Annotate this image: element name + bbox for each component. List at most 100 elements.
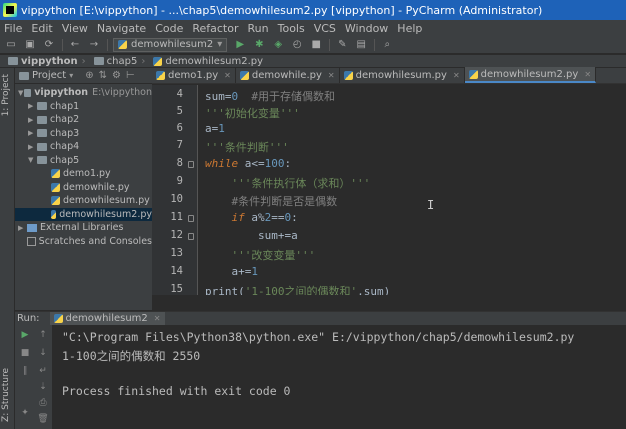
stop-icon[interactable]: ■ xyxy=(309,38,323,52)
run-icon[interactable]: ▶ xyxy=(233,38,247,52)
menu-code[interactable]: Code xyxy=(155,22,183,35)
menu-window[interactable]: Window xyxy=(345,22,388,35)
back-icon[interactable]: ← xyxy=(68,38,82,52)
up-icon[interactable]: ↑ xyxy=(37,329,49,341)
trash-icon[interactable]: 🗑 xyxy=(37,413,49,425)
menu-navigate[interactable]: Navigate xyxy=(97,22,146,35)
toolbar-divider xyxy=(107,38,108,51)
project-tool-tab[interactable]: 1: Project xyxy=(1,74,11,116)
run-label: Run: xyxy=(17,313,40,324)
pycharm-icon xyxy=(3,3,17,17)
run-panel-header: Run: demowhilesum2 ✕ xyxy=(15,311,626,326)
search-icon[interactable]: ⌕ xyxy=(380,38,394,52)
chevron-down-icon: ▾ xyxy=(217,39,223,50)
gear-icon[interactable]: ⚙ xyxy=(112,70,121,81)
menu-run[interactable]: Run xyxy=(248,22,269,35)
fold-icon[interactable] xyxy=(188,233,194,240)
collapse-icon[interactable]: ⇅ xyxy=(99,70,107,81)
python-file-icon xyxy=(51,209,57,219)
chevron-down-icon[interactable]: ▾ xyxy=(69,71,73,80)
pin-icon[interactable]: ✦ xyxy=(19,407,31,419)
tree-item-scratches[interactable]: Scratches and Consoles xyxy=(15,235,152,249)
tree-item-external-libraries[interactable]: ▶ External Libraries xyxy=(15,221,152,235)
print-icon[interactable]: ⎙ xyxy=(37,397,49,409)
tree-item-chap4[interactable]: ▶ chap4 xyxy=(15,140,152,154)
tree-item-chap3[interactable]: ▶ chap3 xyxy=(15,127,152,141)
code-editor[interactable]: sum=0 #用于存储偶数和 '''初始化变量''' a=1 '''条件判断''… xyxy=(199,85,626,295)
run-config-select[interactable]: demowhilesum2 ▾ xyxy=(113,37,228,52)
menu-edit[interactable]: Edit xyxy=(31,22,52,35)
tab-demowhile[interactable]: demowhile.py ✕ xyxy=(236,67,340,83)
wrap-icon[interactable]: ↵ xyxy=(37,365,49,377)
code-line: if a%2==0: xyxy=(231,211,298,224)
rerun-icon[interactable]: ▶ xyxy=(19,329,31,341)
expand-icon[interactable]: ▼ xyxy=(28,156,37,164)
project-view-select[interactable]: Project xyxy=(32,70,66,81)
open-folder-icon[interactable]: ▭ xyxy=(4,38,18,52)
sync-icon[interactable]: ⟳ xyxy=(42,38,56,52)
tree-item-demo1[interactable]: demo1.py xyxy=(15,167,152,181)
tree-item-chap1[interactable]: ▶ chap1 xyxy=(15,100,152,114)
collapse-arrow-icon[interactable]: ▶ xyxy=(18,224,27,232)
python-file-icon xyxy=(156,70,165,80)
close-icon[interactable]: ✕ xyxy=(154,314,161,323)
code-line: #条件判断是否是偶数 xyxy=(231,195,338,208)
breadcrumb-chap5[interactable]: chap5 › xyxy=(93,56,145,67)
code-line: a=1 xyxy=(205,122,225,135)
menu-refactor[interactable]: Refactor xyxy=(192,22,238,35)
python-file-icon xyxy=(118,40,127,49)
save-icon[interactable]: ▣ xyxy=(23,38,37,52)
hide-icon[interactable]: ⊢ xyxy=(126,70,135,81)
menu-file[interactable]: File xyxy=(4,22,22,35)
collapse-arrow-icon[interactable]: ▶ xyxy=(28,129,37,137)
close-icon[interactable]: ✕ xyxy=(584,70,591,79)
breadcrumb-root[interactable]: vippython › xyxy=(8,56,86,67)
fold-icon[interactable] xyxy=(188,161,194,168)
close-icon[interactable]: ✕ xyxy=(453,71,460,80)
tree-item-demowhile[interactable]: demowhile.py xyxy=(15,181,152,195)
debug-icon[interactable]: ✱ xyxy=(252,38,266,52)
tree-item-root[interactable]: ▼ vippython E:\vippython xyxy=(15,86,152,100)
menu-vcs[interactable]: VCS xyxy=(314,22,336,35)
project-panel: Project ▾ ⊕ ⇅ ⚙ ⊢ ▼ vippython E:\vippyth… xyxy=(15,68,152,310)
collapse-arrow-icon[interactable]: ▶ xyxy=(28,143,37,151)
tree-item-chap2[interactable]: ▶ chap2 xyxy=(15,113,152,127)
tree-item-demowhilesum2[interactable]: demowhilesum2.py xyxy=(15,207,152,221)
menu-help[interactable]: Help xyxy=(397,22,422,35)
scroll-end-icon[interactable]: ⇣ xyxy=(37,381,49,393)
line-number: 8 xyxy=(176,157,183,169)
fold-icon[interactable] xyxy=(188,215,194,222)
toolbar: ▭ ▣ ⟳ ← → demowhilesum2 ▾ ▶ ✱ ◈ ◴ ■ ✎ ▤ … xyxy=(0,36,626,54)
menu-bar: File Edit View Navigate Code Refactor Ru… xyxy=(0,20,626,36)
structure-tool-tab[interactable]: Z: Structure xyxy=(1,368,11,422)
tab-demowhilesum[interactable]: demowhilesum.py ✕ xyxy=(340,67,465,83)
tree-item-demowhilesum[interactable]: demowhilesum.py xyxy=(15,194,152,208)
structure-icon[interactable]: ▤ xyxy=(354,38,368,52)
collapse-arrow-icon[interactable]: ▶ xyxy=(28,102,37,110)
chevron-right-icon: › xyxy=(81,55,86,67)
line-number: 5 xyxy=(176,105,183,117)
title-bar: vippython [E:\vippython] - ...\chap5\dem… xyxy=(0,0,626,20)
menu-tools[interactable]: Tools xyxy=(278,22,305,35)
down-icon[interactable]: ↓ xyxy=(37,347,49,359)
run-console[interactable]: "C:\Program Files\Python38\python.exe" E… xyxy=(52,325,626,429)
run-toolbar: ▶ ↑ ■ ↓ ∥ ↵ ⇣ ⎙ ✦ 🗑 xyxy=(15,325,52,429)
code-line: '''条件判断''' xyxy=(205,141,289,154)
settings-icon[interactable]: ⊕ xyxy=(85,70,93,81)
wrench-icon[interactable]: ✎ xyxy=(335,38,349,52)
stop-icon[interactable]: ■ xyxy=(19,347,31,359)
tree-item-chap5[interactable]: ▼ chap5 xyxy=(15,154,152,168)
tab-demo1[interactable]: demo1.py ✕ xyxy=(152,67,236,83)
close-icon[interactable]: ✕ xyxy=(224,71,231,80)
run-tab[interactable]: demowhilesum2 ✕ xyxy=(49,311,165,326)
profile-icon[interactable]: ◴ xyxy=(290,38,304,52)
close-icon[interactable]: ✕ xyxy=(328,71,335,80)
code-line: print('1-100之间的偶数和',sum) xyxy=(205,285,391,295)
forward-icon[interactable]: → xyxy=(87,38,101,52)
menu-view[interactable]: View xyxy=(62,22,88,35)
coverage-icon[interactable]: ◈ xyxy=(271,38,285,52)
tab-demowhilesum2[interactable]: demowhilesum2.py ✕ xyxy=(464,67,597,83)
collapse-arrow-icon[interactable]: ▶ xyxy=(28,116,37,124)
breadcrumb-file[interactable]: demowhilesum2.py xyxy=(153,56,263,67)
pause-icon[interactable]: ∥ xyxy=(19,365,31,377)
